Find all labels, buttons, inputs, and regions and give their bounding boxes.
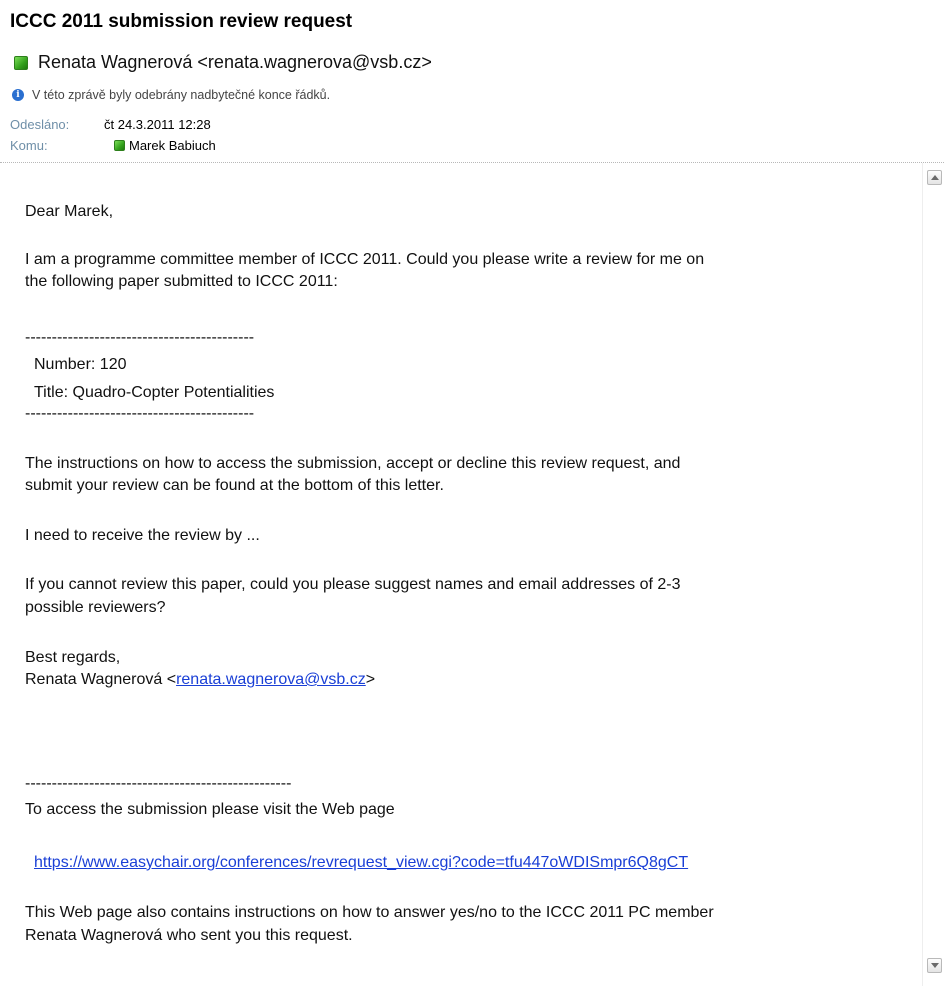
access-url-line: https://www.easychair.org/conferences/re… xyxy=(34,852,688,873)
deadline-line: I need to receive the review by ... xyxy=(25,527,260,544)
submission-link[interactable]: https://www.easychair.org/conferences/re… xyxy=(34,854,688,871)
signature-name: Renata Wagnerová < xyxy=(25,671,177,688)
info-bar[interactable]: i V této zprávě byly odebrány nadbytečné… xyxy=(12,88,330,102)
message-body[interactable]: Dear Marek, I am a programme committee m… xyxy=(0,163,922,986)
separator-rule-long: ----------------------------------------… xyxy=(25,775,292,792)
instructions-line-2: submit your review can be found at the b… xyxy=(25,477,444,494)
to-row: Komu: Marek Babiuch xyxy=(10,138,216,153)
info-notice-text[interactable]: V této zprávě byly odebrány nadbytečné k… xyxy=(32,88,330,102)
paper-title: Title: Quadro-Copter Potentialities xyxy=(34,384,275,401)
webpage-line-1: This Web page also contains instructions… xyxy=(25,904,714,921)
suggest-line-1: If you cannot review this paper, could y… xyxy=(25,576,681,593)
paper-number: Number: 120 xyxy=(34,356,127,373)
signature-end: > xyxy=(365,671,376,688)
intro-line-2: the following paper submitted to ICCC 20… xyxy=(25,273,338,290)
greeting: Dear Marek, xyxy=(25,203,114,220)
scroll-down-button[interactable] xyxy=(927,958,942,973)
sent-row: Odesláno: čt 24.3.2011 12:28 xyxy=(10,117,211,132)
presence-status-icon xyxy=(114,140,125,151)
separator-rule: ----------------------------------------… xyxy=(25,405,255,422)
message-header: ICCC 2011 submission review request Rena… xyxy=(0,0,944,162)
access-line: To access the submission please visit th… xyxy=(25,801,395,818)
scroll-down-arrow-icon xyxy=(930,963,939,968)
sent-label: Odesláno: xyxy=(10,117,70,132)
intro-line-1: I am a programme committee member of ICC… xyxy=(25,251,705,268)
to-label: Komu: xyxy=(10,138,48,153)
signature-line: Renata Wagnerová <renata.wagnerova@vsb.c… xyxy=(25,669,375,690)
sender-row[interactable]: Renata Wagnerová <renata.wagnerova@vsb.c… xyxy=(14,52,432,73)
vertical-scrollbar[interactable] xyxy=(922,163,944,986)
scroll-up-arrow-icon xyxy=(930,175,939,180)
webpage-line-2: Renata Wagnerová who sent you this reque… xyxy=(25,927,353,944)
instructions-line-1: The instructions on how to access the su… xyxy=(25,455,681,472)
recipient[interactable]: Marek Babiuch xyxy=(114,138,216,153)
regards-line: Best regards, xyxy=(25,649,121,666)
message-subject: ICCC 2011 submission review request xyxy=(10,11,353,32)
suggest-line-2: possible reviewers? xyxy=(25,599,166,616)
signature-email-link[interactable]: renata.wagnerova@vsb.cz xyxy=(176,671,366,688)
scroll-up-button[interactable] xyxy=(927,170,942,185)
presence-status-icon xyxy=(14,55,28,70)
sender-name[interactable]: Renata Wagnerová <renata.wagnerova@vsb.c… xyxy=(38,52,432,73)
info-icon: i xyxy=(12,89,24,101)
recipient-name[interactable]: Marek Babiuch xyxy=(129,138,216,153)
sent-value: čt 24.3.2011 12:28 xyxy=(104,117,211,132)
separator-rule: ----------------------------------------… xyxy=(25,329,255,346)
